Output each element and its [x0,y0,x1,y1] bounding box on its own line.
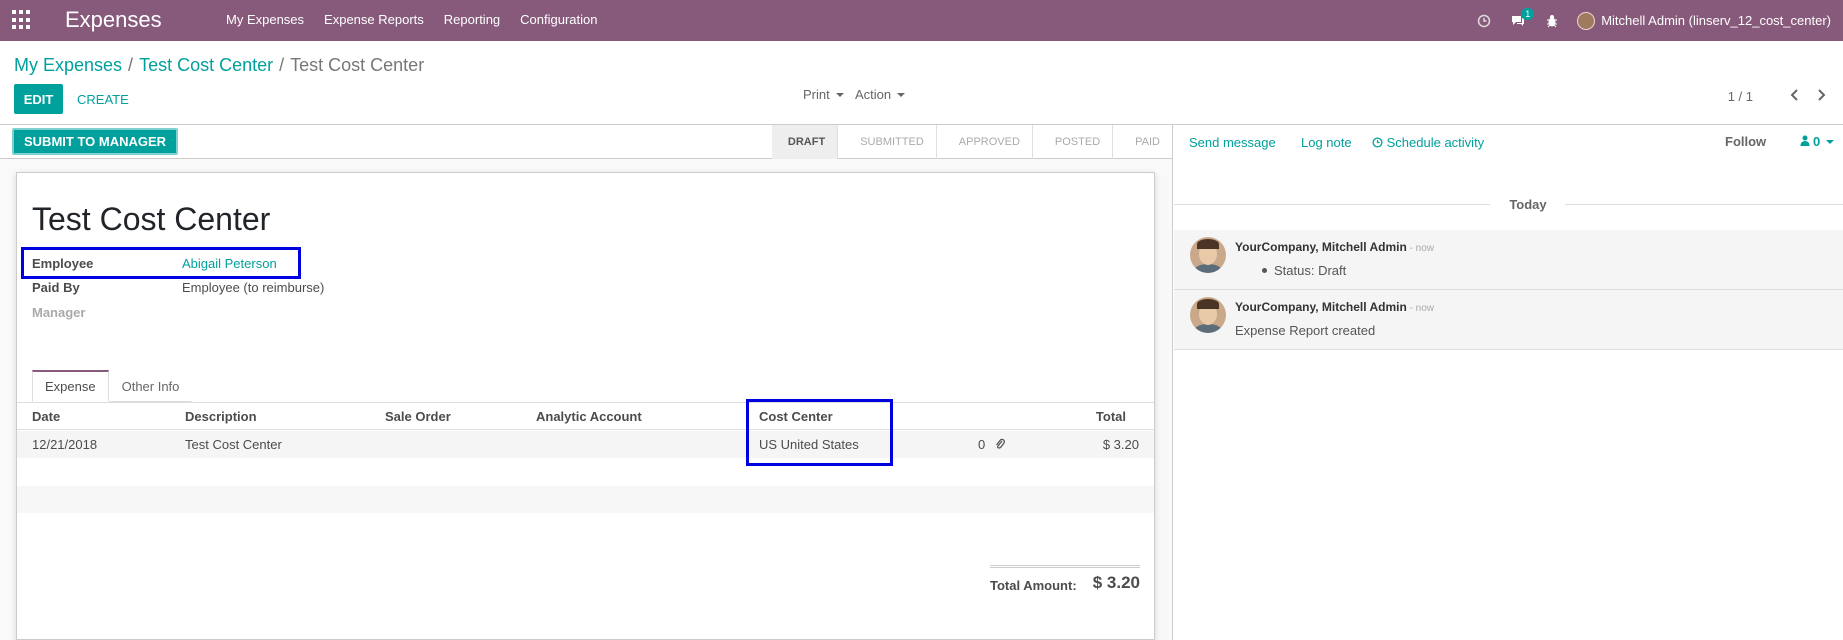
message-body: Expense Report created [1235,323,1376,338]
row-attachments-count: 0 [978,437,986,452]
pager-next-icon[interactable] [1811,85,1831,105]
table-row[interactable]: 12/21/2018 Test Cost Center US United St… [17,431,1154,458]
caret-down-icon [897,92,906,97]
author-avatar[interactable] [1190,297,1226,333]
col-total[interactable]: Total [1096,409,1126,424]
schedule-activity-button[interactable]: Schedule activity [1372,135,1484,150]
app-title: Expenses [65,7,162,32]
menu-expense-reports[interactable]: Expense Reports [314,0,434,41]
employee-highlight-box [21,247,301,279]
caret-down-icon [835,92,844,97]
caret-down-icon [1826,139,1835,144]
total-amount-value: $ 3.20 [1092,573,1140,592]
status-stages: DRAFT SUBMITTED APPROVED POSTED PAID [771,125,1172,159]
stage-approved[interactable]: APPROVED [935,125,1032,159]
row-date: 12/21/2018 [32,437,98,452]
stage-draft[interactable]: DRAFT [771,125,838,159]
message-author[interactable]: YourCompany, Mitchell Admin - now [1235,300,1434,314]
user-avatar [1577,11,1596,30]
author-avatar[interactable] [1190,237,1226,273]
breadcrumb-my-expenses[interactable]: My Expenses [14,55,122,75]
message-author[interactable]: YourCompany, Mitchell Admin - now [1235,240,1434,254]
menu-my-expenses[interactable]: My Expenses [216,0,314,41]
paid-by-value: Employee (to reimburse) [182,279,325,295]
create-button[interactable]: CREATE [77,84,129,114]
chatter-message: YourCompany, Mitchell Admin - now Status… [1174,230,1843,290]
expense-table-header: Date Description Sale Order Analytic Acc… [17,403,1154,430]
col-sale-order[interactable]: Sale Order [385,409,451,424]
main-menu: My Expenses Expense Reports Reporting Co… [216,0,607,41]
top-navbar: Expenses My Expenses Expense Reports Rep… [0,0,1843,41]
stage-posted[interactable]: POSTED [1031,125,1112,159]
message-date: - now [1406,243,1435,254]
total-amount-label: Total Amount: [990,578,1077,593]
empty-table-row [17,486,1154,513]
user-menu[interactable]: Mitchell Admin (linserv_12_cost_center) [1569,0,1843,41]
col-date[interactable]: Date [32,409,60,424]
manager-field: Manager [32,302,182,322]
schedule-activity-label: Schedule activity [1386,135,1485,150]
chatter-message: YourCompany, Mitchell Admin - now Expens… [1174,290,1843,350]
message-date: - now [1406,303,1435,314]
row-description: Test Cost Center [185,437,282,452]
col-analytic-account[interactable]: Analytic Account [536,409,642,424]
date-separator-label: Today [1509,197,1547,212]
chatter-topbar: Send message Log note Schedule activity … [1174,125,1843,159]
record-title: Test Cost Center [32,201,271,237]
apps-grid-icon[interactable] [12,10,34,30]
stage-paid[interactable]: PAID [1112,125,1172,159]
followers-count: 0 [1813,134,1821,149]
control-panel: My Expenses / Test Cost Center / Test Cost C… [0,41,1843,125]
message-body: Status: Draft [1235,263,1346,278]
notebook-tabs: Expense Other Info [32,370,193,402]
log-note-button[interactable]: Log note [1301,135,1352,150]
messages-count-badge: 1 [1521,8,1535,20]
tab-other-info[interactable]: Other Info [108,370,193,402]
cost-center-highlight-box [746,399,893,466]
user-name: Mitchell Admin (linserv_12_cost_center) [1601,13,1831,28]
paperclip-icon[interactable] [995,438,1005,453]
chatter-panel: Send message Log note Schedule activity … [1174,125,1843,640]
followers-dropdown[interactable]: 0 [1800,134,1835,149]
menu-reporting[interactable]: Reporting [434,0,510,41]
follow-button[interactable]: Follow [1725,134,1766,149]
form-view: SUBMIT TO MANAGER DRAFT SUBMITTED APPROV… [0,125,1173,640]
breadcrumb-report[interactable]: Test Cost Center [139,55,273,75]
manager-label: Manager [32,304,86,320]
messages-icon[interactable]: 1 [1501,0,1535,41]
print-label: Print [803,87,830,102]
tab-expense[interactable]: Expense [32,370,109,402]
form-statusbar: SUBMIT TO MANAGER DRAFT SUBMITTED APPROV… [0,125,1172,159]
pager-previous-icon[interactable] [1785,85,1805,105]
menu-configuration[interactable]: Configuration [510,0,607,41]
date-separator: Today [1174,197,1843,212]
print-dropdown[interactable]: Print [803,87,844,102]
action-label: Action [855,87,892,102]
stage-submitted[interactable]: SUBMITTED [837,125,936,159]
paid-by-label: Paid By [32,279,80,295]
send-message-button[interactable]: Send message [1189,135,1276,150]
col-description[interactable]: Description [185,409,257,424]
breadcrumb-current: Test Cost Center [290,55,425,75]
paid-by-field: Paid By Employee (to reimburse) [32,277,324,297]
user-icon [1800,134,1813,149]
breadcrumb: My Expenses / Test Cost Center / Test Cost C… [14,55,425,75]
submit-to-manager-button[interactable]: SUBMIT TO MANAGER [12,128,179,155]
clock-icon [1372,135,1387,150]
activity-clock-icon[interactable] [1467,0,1501,41]
debug-bug-icon[interactable] [1535,0,1569,41]
pager-value[interactable]: 1 / 1 [1728,89,1753,104]
form-sheet: Test Cost Center Employee Abigail Peters… [16,172,1155,640]
edit-button[interactable]: EDIT [14,84,63,114]
row-total: $ 3.20 [1102,437,1139,452]
navbar-systray: 1 Mitchell Admin (linserv_12_cost_center… [1467,0,1843,41]
action-dropdown[interactable]: Action [855,87,906,102]
